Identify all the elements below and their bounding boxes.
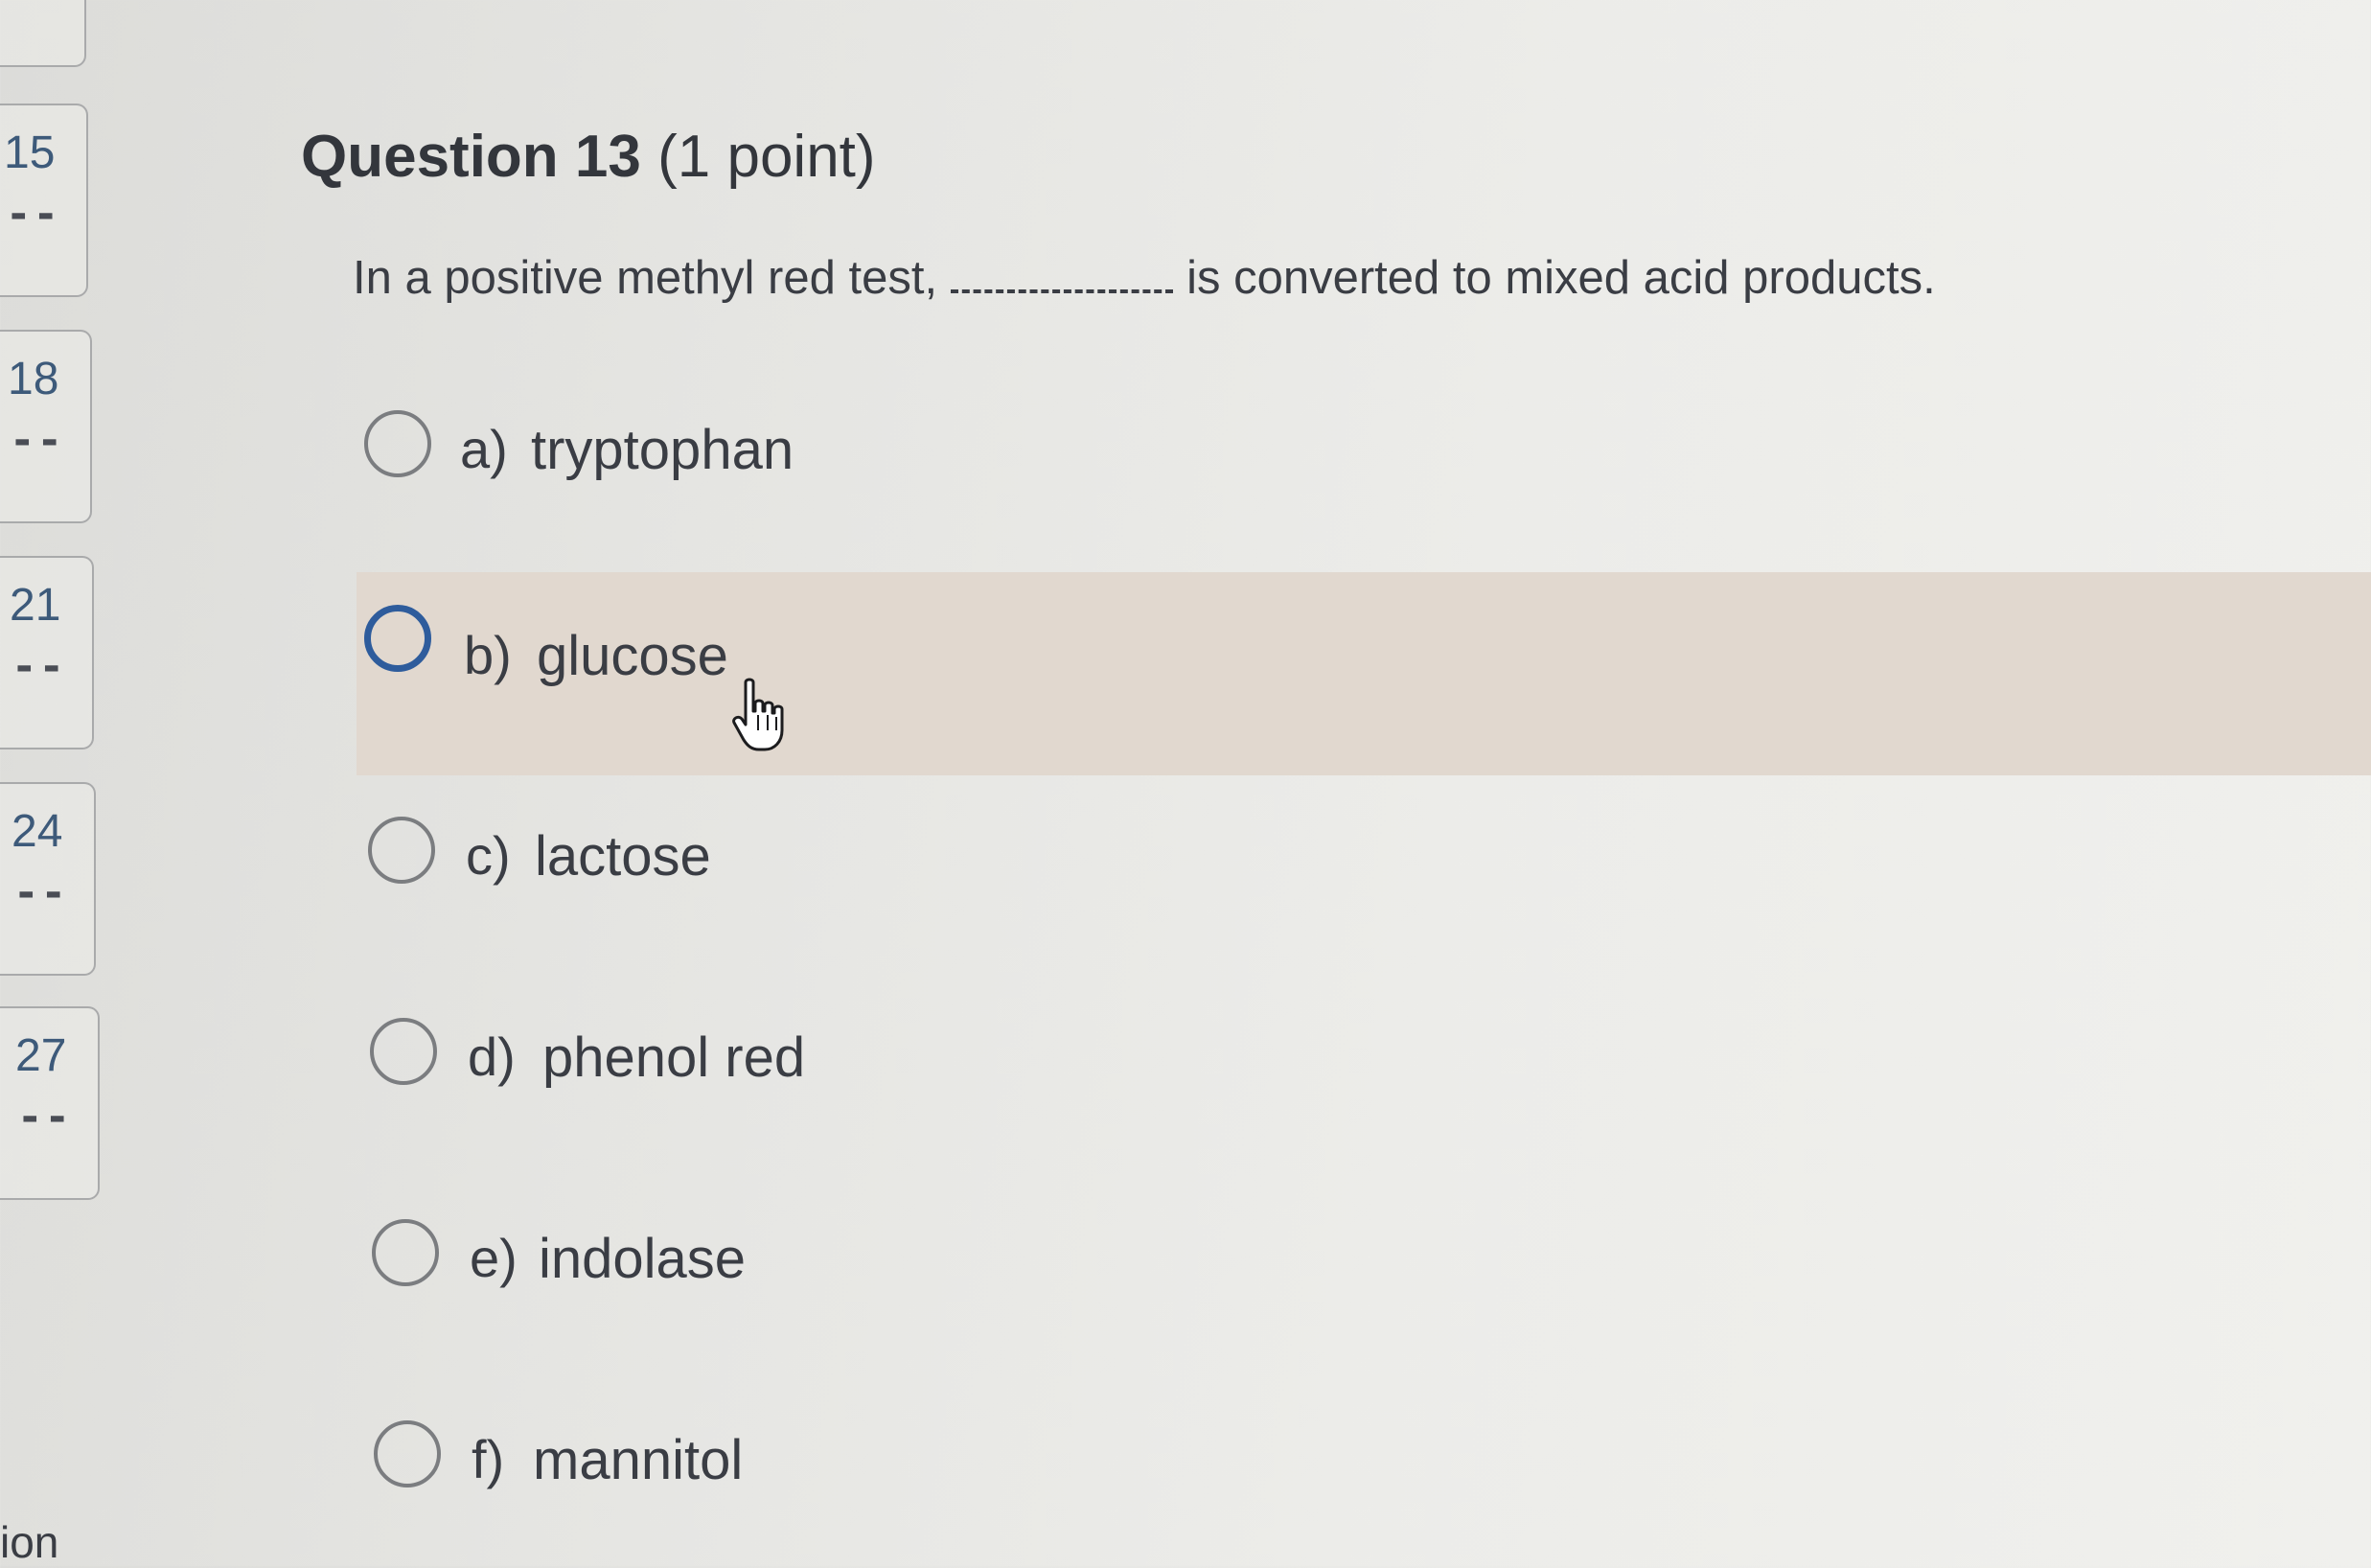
question-number: Question 13 bbox=[301, 124, 641, 190]
option-letter: b) bbox=[464, 625, 512, 685]
nav-tile-question-18[interactable]: 18 -- bbox=[0, 330, 92, 523]
option-letter: f) bbox=[472, 1429, 505, 1489]
stem-text-before: In a positive methyl red test, bbox=[353, 252, 938, 304]
option-label: phenol red bbox=[542, 1026, 806, 1089]
option-b[interactable]: b) glucose bbox=[357, 572, 2371, 775]
option-label: glucose bbox=[537, 625, 728, 687]
option-d[interactable]: d) phenol red bbox=[360, 958, 2371, 1162]
option-letter: d) bbox=[468, 1026, 516, 1087]
nav-tile-previous[interactable] bbox=[0, 0, 86, 67]
nav-tile-question-27[interactable]: 27 -- bbox=[0, 1006, 100, 1200]
option-label: mannitol bbox=[533, 1429, 744, 1491]
option-letter: e) bbox=[470, 1228, 518, 1288]
option-letter: c) bbox=[466, 825, 511, 886]
nav-question-number: 27 bbox=[15, 1030, 67, 1081]
nav-question-number: 24 bbox=[12, 806, 63, 857]
question-stem: In a positive methyl red test, is convert… bbox=[353, 251, 1936, 305]
nav-tile-question-15[interactable]: 15 -- bbox=[0, 104, 88, 297]
radio-button[interactable] bbox=[372, 1219, 439, 1286]
nav-question-number: 15 bbox=[4, 127, 56, 178]
radio-button[interactable] bbox=[364, 605, 431, 672]
fill-in-blank bbox=[951, 255, 1174, 293]
stem-text-after: is converted to mixed acid products. bbox=[1186, 252, 1936, 304]
nav-question-status: -- bbox=[6, 190, 60, 239]
nav-footer-label: ion bbox=[0, 1517, 59, 1567]
nav-question-number: 18 bbox=[8, 354, 59, 404]
question-title: Question 13 (1 point) bbox=[301, 123, 876, 191]
question-points: (1 point) bbox=[657, 124, 876, 190]
radio-button[interactable] bbox=[374, 1420, 441, 1487]
radio-button[interactable] bbox=[370, 1018, 437, 1085]
nav-tile-question-21[interactable]: 21 -- bbox=[0, 556, 94, 749]
option-c[interactable]: c) lactose bbox=[358, 757, 2371, 960]
option-e[interactable]: e) indolase bbox=[362, 1160, 2371, 1363]
option-letter: a) bbox=[460, 419, 508, 479]
nav-question-number: 21 bbox=[10, 580, 61, 631]
nav-question-status: -- bbox=[12, 642, 66, 691]
nav-question-status: -- bbox=[10, 416, 64, 465]
option-label: indolase bbox=[539, 1228, 747, 1290]
pointer-hand-icon bbox=[732, 678, 784, 751]
option-label: lactose bbox=[535, 825, 711, 888]
nav-question-status: -- bbox=[17, 1093, 72, 1141]
radio-button[interactable] bbox=[364, 410, 431, 477]
option-a[interactable]: a) tryptophan bbox=[355, 351, 2369, 554]
option-f[interactable]: f) mannitol bbox=[364, 1361, 2371, 1564]
check-icon bbox=[0, 0, 48, 6]
radio-button[interactable] bbox=[368, 817, 435, 884]
question-navigator: 15 -- 18 -- 21 -- 24 -- 27 -- ion bbox=[0, 0, 115, 1567]
nav-tile-question-24[interactable]: 24 -- bbox=[0, 782, 96, 976]
option-label: tryptophan bbox=[531, 419, 794, 481]
nav-question-status: -- bbox=[13, 868, 68, 917]
